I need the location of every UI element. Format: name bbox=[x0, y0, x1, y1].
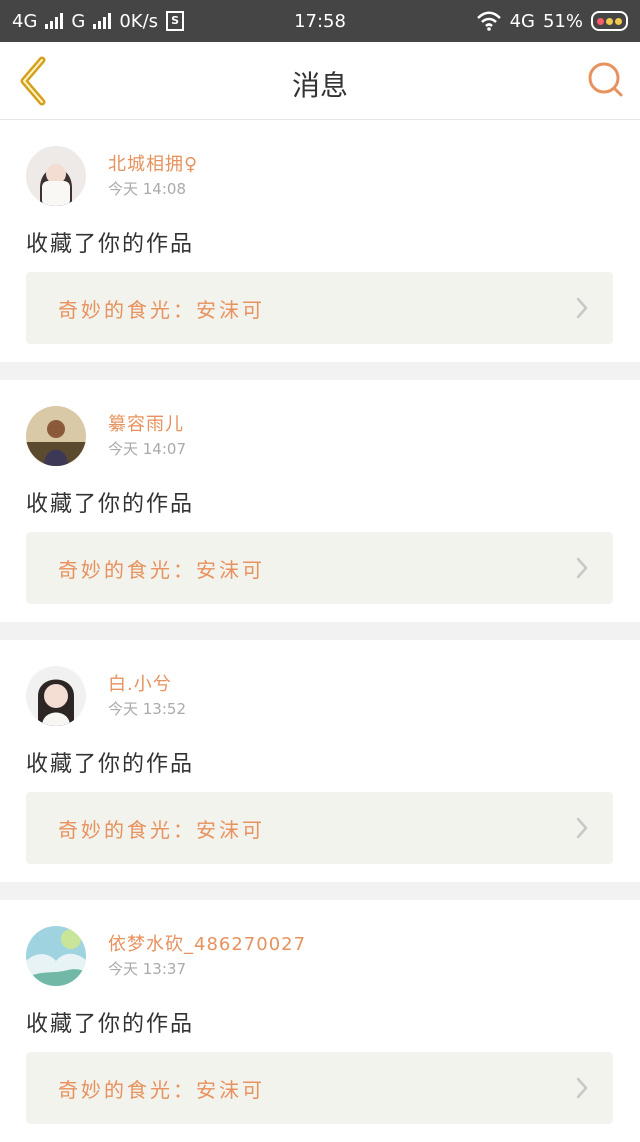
message-card: 北城相拥♀ 今天 14:08 收藏了你的作品 奇妙的食光：安沫可 bbox=[0, 120, 640, 362]
username[interactable]: 依梦水砍_486270027 bbox=[108, 930, 306, 956]
search-icon bbox=[588, 62, 623, 97]
network-label: G bbox=[71, 10, 86, 32]
avatar[interactable] bbox=[26, 926, 86, 986]
avatar-image bbox=[26, 146, 86, 206]
timestamp: 今天 14:08 bbox=[108, 180, 186, 198]
s-badge-icon: S bbox=[166, 11, 185, 31]
timestamp: 今天 13:37 bbox=[108, 960, 186, 978]
message-card: 白.小兮 今天 13:52 收藏了你的作品 奇妙的食光：安沫可 bbox=[0, 640, 640, 882]
avatar-image bbox=[26, 666, 86, 726]
work-title: 奇妙的食光：安沫可 bbox=[58, 558, 265, 582]
page-title: 消息 bbox=[291, 69, 348, 102]
work-link[interactable]: 奇妙的食光：安沫可 bbox=[26, 532, 613, 604]
status-time: 17:58 bbox=[294, 10, 346, 32]
avatar[interactable] bbox=[26, 666, 86, 726]
message-text: 收藏了你的作品 bbox=[26, 1012, 195, 1037]
chevron-right-icon bbox=[576, 297, 588, 319]
avatar[interactable] bbox=[26, 146, 86, 206]
status-left: 4G G 0K/s S bbox=[12, 10, 185, 32]
chevron-right-icon bbox=[576, 817, 588, 839]
work-link[interactable]: 奇妙的食光：安沫可 bbox=[26, 1052, 613, 1124]
signal-icon bbox=[93, 13, 112, 29]
message-card: 依梦水砍_486270027 今天 13:37 收藏了你的作品 奇妙的食光：安沫… bbox=[0, 900, 640, 1142]
message-text: 收藏了你的作品 bbox=[26, 752, 195, 777]
signal-icon bbox=[45, 13, 64, 29]
search-button[interactable] bbox=[586, 60, 626, 100]
status-bar: 4G G 0K/s S 17:58 4G 51% bbox=[0, 0, 640, 42]
avatar-image bbox=[26, 406, 86, 466]
network-label: 4G bbox=[509, 10, 535, 32]
work-title: 奇妙的食光：安沫可 bbox=[58, 298, 265, 322]
timestamp: 今天 14:07 bbox=[108, 440, 186, 458]
wifi-icon bbox=[476, 11, 501, 31]
avatar[interactable] bbox=[26, 406, 86, 466]
chevron-right-icon bbox=[576, 557, 588, 579]
message-text: 收藏了你的作品 bbox=[26, 232, 195, 257]
username[interactable]: 纂容雨儿 bbox=[108, 410, 184, 436]
network-speed: 0K/s bbox=[119, 10, 159, 32]
work-title: 奇妙的食光：安沫可 bbox=[58, 1078, 265, 1102]
username[interactable]: 白.小兮 bbox=[108, 670, 172, 696]
app-header: 消息 bbox=[0, 42, 640, 120]
timestamp: 今天 13:52 bbox=[108, 700, 186, 718]
message-card: 纂容雨儿 今天 14:07 收藏了你的作品 奇妙的食光：安沫可 bbox=[0, 380, 640, 622]
work-link[interactable]: 奇妙的食光：安沫可 bbox=[26, 272, 613, 344]
status-right: 4G 51% bbox=[476, 11, 628, 32]
work-link[interactable]: 奇妙的食光：安沫可 bbox=[26, 792, 613, 864]
work-title: 奇妙的食光：安沫可 bbox=[58, 818, 265, 842]
battery-percent: 51% bbox=[542, 10, 583, 32]
message-text: 收藏了你的作品 bbox=[26, 492, 195, 517]
username[interactable]: 北城相拥♀ bbox=[108, 150, 198, 176]
battery-icon bbox=[591, 11, 628, 31]
avatar-image bbox=[26, 926, 86, 986]
network-label: 4G bbox=[12, 10, 38, 32]
chevron-right-icon bbox=[576, 1077, 588, 1099]
